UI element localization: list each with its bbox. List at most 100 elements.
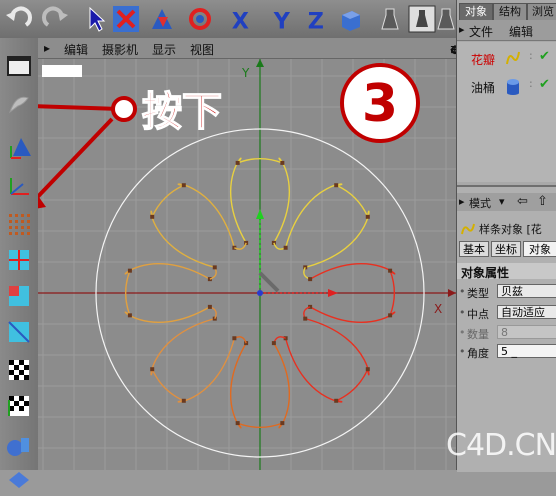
attribute-mode-menu[interactable]: 模式	[469, 195, 491, 211]
flower-petal-curve	[284, 317, 370, 403]
annotation-circle	[111, 96, 137, 122]
render-view-icon[interactable]	[374, 3, 406, 35]
bullet: •	[459, 326, 466, 339]
angle-input[interactable]: 5 _	[497, 344, 556, 358]
step-number: 3	[362, 74, 398, 134]
section-title: 对象属性	[461, 266, 510, 280]
x-axis-label: X	[434, 302, 442, 316]
field-label-count: 数量	[467, 328, 489, 341]
spline-point	[127, 313, 132, 318]
flower-petal-curve	[284, 183, 370, 269]
world-coordinates-icon[interactable]	[334, 3, 366, 35]
field-label-type: 类型	[467, 287, 489, 300]
type-select[interactable]: 贝兹	[497, 284, 556, 298]
move-icon[interactable]	[110, 3, 142, 35]
visibility-dots[interactable]: :	[529, 49, 533, 62]
model-mode-icon[interactable]	[3, 88, 35, 120]
count-input[interactable]: 8	[497, 325, 556, 339]
spline-point	[127, 268, 132, 273]
checker-icon[interactable]	[3, 354, 35, 386]
spline-point	[365, 367, 370, 372]
tab-objects[interactable]: 对象	[459, 3, 493, 20]
flower-petal-curve	[150, 183, 236, 269]
gizmo-z-axis	[258, 271, 280, 293]
list-item[interactable]: 油桶 : ✔	[457, 76, 556, 98]
select-arrow-icon[interactable]	[80, 3, 112, 35]
menu-handle: ▸	[459, 195, 465, 208]
polygons-mode-icon[interactable]	[3, 280, 35, 312]
enabled-check-icon[interactable]: ✔	[539, 49, 550, 64]
list-item[interactable]: 花瓣 : ✔	[457, 48, 556, 70]
spline-point	[283, 245, 288, 250]
scale-icon[interactable]	[146, 3, 178, 35]
dropdown-arrow-icon[interactable]: ▾	[499, 195, 505, 208]
menu-item-file[interactable]: 文件	[469, 23, 493, 40]
x-axis-lock-icon[interactable]: X	[228, 3, 254, 35]
spline-point	[212, 265, 217, 270]
spline-point	[235, 160, 240, 165]
viewport[interactable]: X Y 3 按下	[38, 59, 456, 470]
svg-text:X: X	[232, 8, 249, 33]
tab-coordinates[interactable]: 坐标	[491, 241, 521, 257]
back-arrow-icon[interactable]: ⇦	[517, 194, 528, 209]
spline-point	[280, 421, 285, 426]
x-axis-arrow	[448, 289, 456, 297]
spline-point	[235, 421, 240, 426]
svg-text:Z: Z	[308, 8, 324, 33]
spline-point	[388, 313, 393, 318]
viewport-menu-bar: ▸ 编辑 摄影机 显示 视图 ✥ ↻ ⊘ ▭	[38, 38, 461, 59]
gizmo-origin	[257, 290, 263, 296]
object-list: 花瓣 : ✔ 油桶 : ✔	[457, 42, 556, 182]
flower-petal-curve	[150, 317, 236, 403]
annotation-arrow	[38, 104, 121, 111]
gizmo-y-arrow	[256, 209, 264, 219]
points-mode-icon[interactable]	[3, 208, 35, 240]
field-label-angle: 角度	[467, 347, 489, 360]
menu-item-view[interactable]: 视图	[190, 41, 214, 58]
spline-point	[150, 367, 155, 372]
main-toolbar: X Y Z	[0, 0, 456, 39]
spline-icon	[461, 221, 475, 240]
z-axis-lock-icon[interactable]: Z	[304, 3, 330, 35]
menu-item-edit[interactable]: 编辑	[64, 41, 88, 58]
view-layout-icon[interactable]	[3, 50, 35, 82]
spline-point	[303, 316, 308, 321]
checker-alt-icon[interactable]	[3, 390, 35, 422]
tab-basic[interactable]: 基本	[459, 241, 489, 257]
texture-mode-icon[interactable]	[3, 316, 35, 348]
spline-point	[334, 398, 339, 403]
cylinder-icon	[505, 78, 521, 100]
redo-icon[interactable]	[40, 3, 72, 35]
viewport-canvas[interactable]: X Y 3 按下	[38, 59, 456, 470]
spline-point	[365, 214, 370, 219]
menu-item-display[interactable]: 显示	[152, 41, 176, 58]
object-axis-icon[interactable]	[3, 170, 35, 202]
svg-text:Y: Y	[273, 8, 291, 33]
viewport-menu-handle: ▸	[44, 41, 51, 55]
enabled-check-icon[interactable]: ✔	[539, 77, 550, 92]
menu-item-edit[interactable]: 编辑	[509, 23, 533, 40]
tab-structure[interactable]: 结构	[493, 3, 527, 20]
up-arrow-icon[interactable]: ⇧	[537, 194, 548, 209]
tab-object[interactable]: 对象	[523, 241, 556, 257]
section-header: 对象属性	[457, 263, 556, 280]
midpoint-select[interactable]: 自动适应	[497, 305, 556, 319]
object-name: 花瓣	[471, 53, 496, 67]
edges-mode-icon[interactable]	[3, 244, 35, 276]
rotate-icon[interactable]	[184, 3, 216, 35]
object-axis-icon[interactable]	[3, 132, 35, 164]
bullet: •	[459, 306, 466, 319]
tab-browser[interactable]: 浏览	[527, 3, 556, 20]
annotation-text: 按下	[142, 89, 222, 135]
paint-icon[interactable]	[3, 430, 35, 462]
undo-icon[interactable]	[2, 3, 34, 35]
spline-icon	[505, 50, 521, 70]
attribute-tabs: 基本 坐标 对象	[459, 241, 556, 257]
workplane-icon[interactable]	[3, 464, 35, 496]
spline-point	[271, 341, 276, 346]
spline-point	[388, 268, 393, 273]
visibility-dots[interactable]: :	[529, 77, 533, 90]
spline-point	[150, 214, 155, 219]
y-axis-lock-icon[interactable]: Y	[270, 3, 296, 35]
menu-item-camera[interactable]: 摄影机	[102, 41, 138, 58]
